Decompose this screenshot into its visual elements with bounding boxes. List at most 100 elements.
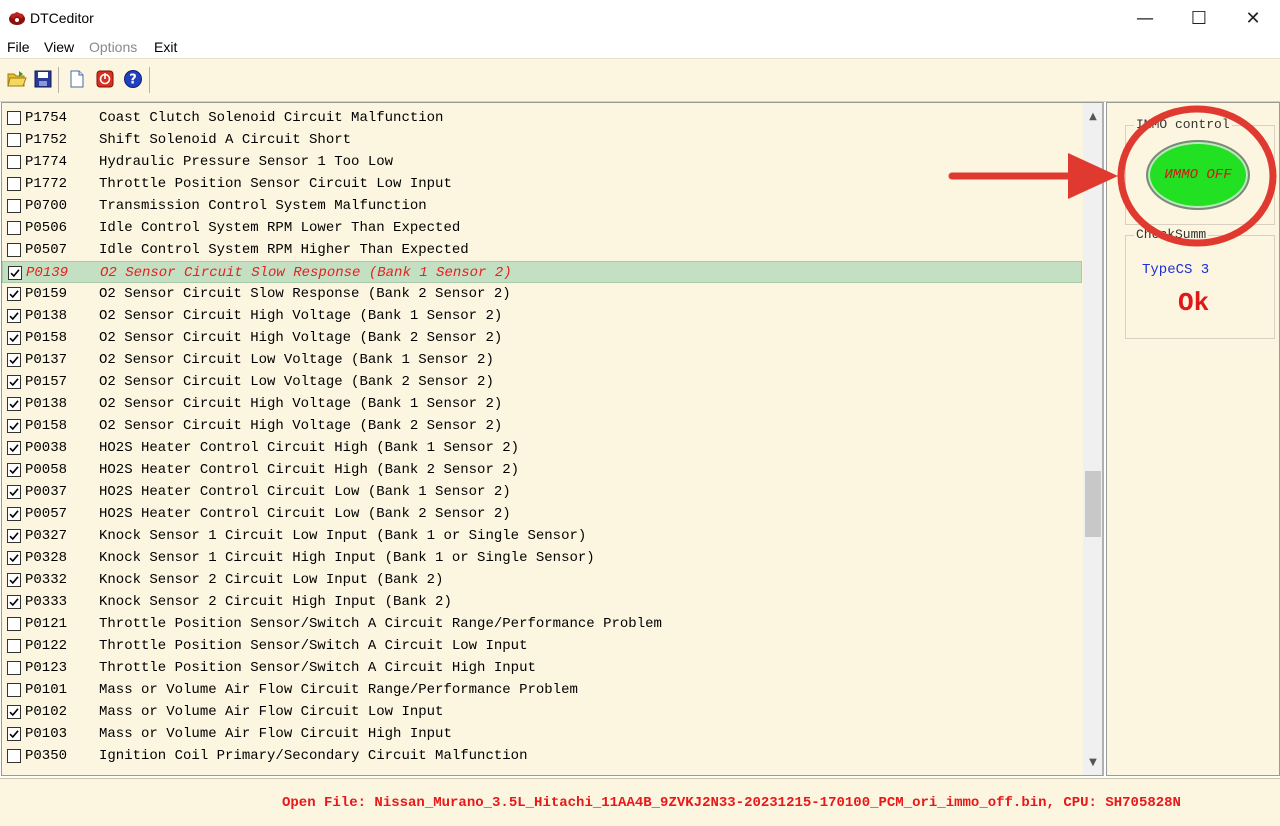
dtc-row[interactable]: P0327 Knock Sensor 1 Circuit Low Input (B… [2, 525, 1082, 547]
dtc-row[interactable]: P0057 HO2S Heater Control Circuit Low (Ba… [2, 503, 1082, 525]
dtc-code: P0157 [25, 374, 68, 390]
dtc-description: Mass or Volume Air Flow Circuit High Inp… [99, 726, 452, 742]
dtc-description: O2 Sensor Circuit Low Voltage (Bank 2 Se… [99, 374, 494, 390]
dtc-row[interactable]: P0137 O2 Sensor Circuit Low Voltage (Bank… [2, 349, 1082, 371]
help-icon[interactable]: ? [123, 69, 143, 89]
dtc-checkbox[interactable] [7, 683, 21, 697]
minimize-button[interactable]: — [1118, 0, 1172, 36]
dtc-description: HO2S Heater Control Circuit Low (Bank 1 … [99, 484, 511, 500]
dtc-checkbox[interactable] [7, 133, 21, 147]
dtc-row[interactable]: P0123 Throttle Position Sensor/Switch A C… [2, 657, 1082, 679]
dtc-row[interactable]: P0138 O2 Sensor Circuit High Voltage (Ban… [2, 393, 1082, 415]
dtc-checkbox[interactable] [7, 177, 21, 191]
dtc-row[interactable]: P0350 Ignition Coil Primary/Secondary Cir… [2, 745, 1082, 767]
dtc-checkbox[interactable] [7, 661, 21, 675]
dtc-row[interactable]: P0159 O2 Sensor Circuit Slow Response (Ba… [2, 283, 1082, 305]
dtc-checkbox[interactable] [7, 573, 21, 587]
dtc-description: Throttle Position Sensor/Switch A Circui… [99, 638, 528, 654]
dtc-checkbox[interactable] [7, 221, 21, 235]
dtc-row[interactable]: P0121 Throttle Position Sensor/Switch A C… [2, 613, 1082, 635]
dtc-checkbox[interactable] [7, 617, 21, 631]
vertical-scrollbar[interactable]: ▲ ▼ [1083, 103, 1102, 775]
dtc-row[interactable]: P0332 Knock Sensor 2 Circuit Low Input (B… [2, 569, 1082, 591]
dtc-checkbox[interactable] [7, 287, 21, 301]
dtc-checkbox[interactable] [7, 705, 21, 719]
dtc-checkbox[interactable] [7, 749, 21, 763]
dtc-checkbox[interactable] [7, 243, 21, 257]
dtc-row[interactable]: P0037 HO2S Heater Control Circuit Low (Ba… [2, 481, 1082, 503]
dtc-checkbox[interactable] [7, 507, 21, 521]
dtc-checkbox[interactable] [7, 331, 21, 345]
checkmark-icon [9, 444, 19, 453]
dtc-code: P0057 [25, 506, 68, 522]
dtc-row[interactable]: P0122 Throttle Position Sensor/Switch A C… [2, 635, 1082, 657]
dtc-code: P0700 [25, 198, 68, 214]
dtc-row[interactable]: P0157 O2 Sensor Circuit Low Voltage (Bank… [2, 371, 1082, 393]
immo-off-button[interactable]: ИММО OFF [1146, 140, 1250, 210]
dtc-checkbox[interactable] [7, 485, 21, 499]
dtc-checkbox[interactable] [8, 266, 22, 280]
maximize-button[interactable]: ☐ [1172, 0, 1226, 36]
checkmark-icon [9, 334, 19, 343]
dtc-checkbox[interactable] [7, 727, 21, 741]
dtc-checkbox[interactable] [7, 353, 21, 367]
dtc-row[interactable]: P0139 O2 Sensor Circuit Slow Response (Ba… [2, 261, 1082, 283]
dtc-row[interactable]: P0101 Mass or Volume Air Flow Circuit Ran… [2, 679, 1082, 701]
dtc-checkbox[interactable] [7, 551, 21, 565]
dtc-checkbox[interactable] [7, 529, 21, 543]
dtc-row[interactable]: P0333 Knock Sensor 2 Circuit High Input (… [2, 591, 1082, 613]
dtc-row[interactable]: P1772 Throttle Position Sensor Circuit Lo… [2, 173, 1082, 195]
dtc-row[interactable]: P0700 Transmission Control System Malfunc… [2, 195, 1082, 217]
dtc-checkbox[interactable] [7, 441, 21, 455]
menu-file[interactable]: File [7, 39, 30, 55]
dtc-row[interactable]: P1752 Shift Solenoid A Circuit Short [2, 129, 1082, 151]
new-document-icon[interactable] [67, 69, 87, 89]
dtc-row[interactable]: P1754 Coast Clutch Solenoid Circuit Malfu… [2, 107, 1082, 129]
dtc-row[interactable]: P0103 Mass or Volume Air Flow Circuit Hig… [2, 723, 1082, 745]
dtc-row[interactable]: P0158 O2 Sensor Circuit High Voltage (Ban… [2, 327, 1082, 349]
open-folder-icon[interactable] [7, 69, 27, 89]
menu-view[interactable]: View [44, 39, 74, 55]
dtc-row[interactable]: P0328 Knock Sensor 1 Circuit High Input (… [2, 547, 1082, 569]
dtc-row[interactable]: P0507 Idle Control System RPM Higher Than… [2, 239, 1082, 261]
dtc-code: P0138 [25, 396, 68, 412]
dtc-row[interactable]: P1774 Hydraulic Pressure Sensor 1 Too Low [2, 151, 1082, 173]
dtc-row[interactable]: P0102 Mass or Volume Air Flow Circuit Low… [2, 701, 1082, 723]
dtc-code: P0121 [25, 616, 68, 632]
dtc-description: O2 Sensor Circuit High Voltage (Bank 1 S… [99, 308, 503, 324]
scroll-thumb[interactable] [1085, 471, 1101, 537]
dtc-description: Idle Control System RPM Higher Than Expe… [99, 242, 469, 258]
toolbar-separator [149, 67, 150, 93]
dtc-checkbox[interactable] [7, 397, 21, 411]
dtc-description: Throttle Position Sensor Circuit Low Inp… [99, 176, 452, 192]
dtc-code: P0137 [25, 352, 68, 368]
save-icon[interactable] [33, 69, 53, 89]
scroll-up-arrow-icon[interactable]: ▲ [1083, 107, 1102, 125]
dtc-checkbox[interactable] [7, 419, 21, 433]
dtc-row[interactable]: P0158 O2 Sensor Circuit High Voltage (Ban… [2, 415, 1082, 437]
dtc-row[interactable]: P0058 HO2S Heater Control Circuit High (B… [2, 459, 1082, 481]
dtc-checkbox[interactable] [7, 463, 21, 477]
dtc-code: P0138 [25, 308, 68, 324]
dtc-checkbox[interactable] [7, 155, 21, 169]
dtc-checkbox[interactable] [7, 375, 21, 389]
dtc-checkbox[interactable] [7, 639, 21, 653]
window-title: DTCeditor [30, 10, 94, 26]
dtc-checkbox[interactable] [7, 595, 21, 609]
dtc-description: HO2S Heater Control Circuit Low (Bank 2 … [99, 506, 511, 522]
dtc-checkbox[interactable] [7, 111, 21, 125]
dtc-description: Throttle Position Sensor/Switch A Circui… [99, 660, 536, 676]
scroll-down-arrow-icon[interactable]: ▼ [1083, 753, 1102, 771]
menu-exit[interactable]: Exit [154, 39, 177, 55]
dtc-row[interactable]: P0506 Idle Control System RPM Lower Than … [2, 217, 1082, 239]
close-button[interactable]: ✕ [1226, 0, 1280, 36]
dtc-description: Mass or Volume Air Flow Circuit Range/Pe… [99, 682, 578, 698]
dtc-description: Knock Sensor 1 Circuit Low Input (Bank 1… [99, 528, 587, 544]
dtc-checkbox[interactable] [7, 199, 21, 213]
stop-icon[interactable] [95, 69, 115, 89]
dtc-row[interactable]: P0138 O2 Sensor Circuit High Voltage (Ban… [2, 305, 1082, 327]
side-panel: IMMO control ИММО OFF CheckSumm TypeCS 3… [1106, 102, 1280, 776]
menu-options[interactable]: Options [89, 39, 137, 55]
dtc-row[interactable]: P0038 HO2S Heater Control Circuit High (B… [2, 437, 1082, 459]
dtc-checkbox[interactable] [7, 309, 21, 323]
